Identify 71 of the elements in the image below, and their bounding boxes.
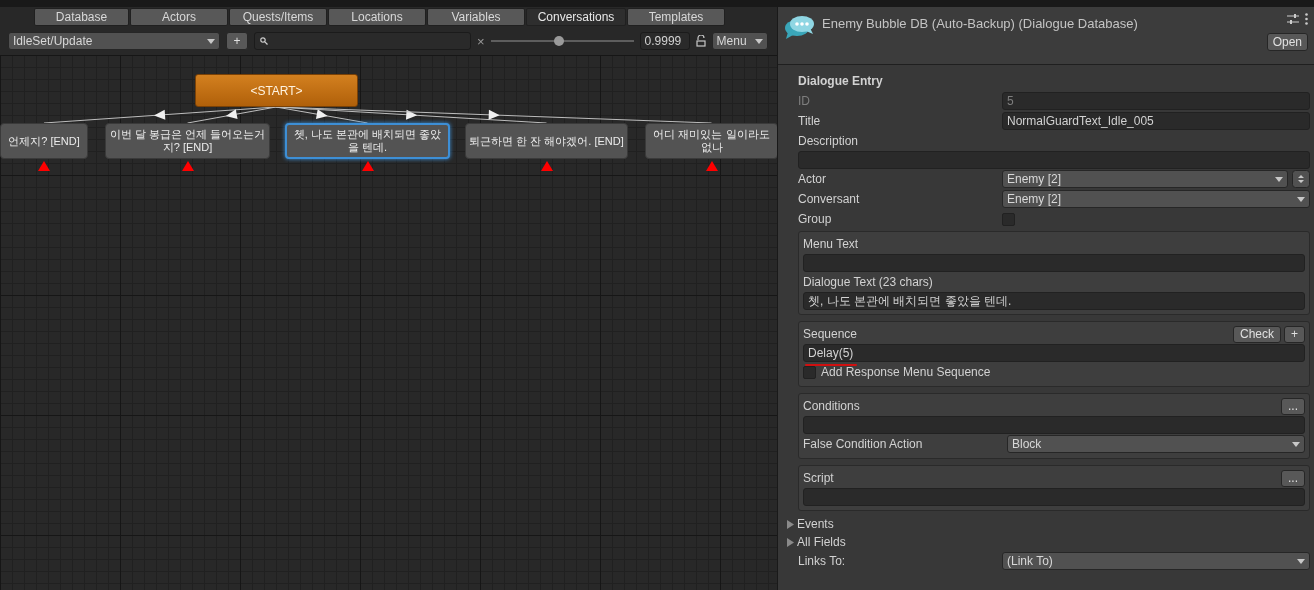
field-label: Description <box>798 134 859 148</box>
lock-icon[interactable] <box>695 35 706 47</box>
field-label: Conditions <box>803 399 860 413</box>
caret-icon <box>1275 176 1283 182</box>
conversation-dropdown[interactable]: IdleSet/Update <box>8 32 220 50</box>
speech-bubbles-icon <box>784 13 816 41</box>
section-title: Dialogue Entry <box>798 73 884 90</box>
dialogue-node[interactable]: 쳇, 나도 본관에 배치되면 좋았을 텐데. <box>285 123 450 159</box>
dialogue-node[interactable]: 퇴근하면 한 잔 해야겠어. [END] <box>465 123 628 159</box>
zoom-field[interactable]: 0.9999 <box>639 32 690 50</box>
field-label: Group <box>798 212 833 226</box>
field-label: Title <box>798 114 822 128</box>
zoom-slider[interactable] <box>490 34 634 48</box>
menu-dropdown[interactable]: Menu <box>711 32 768 50</box>
editor-tab[interactable]: Database <box>34 8 129 26</box>
text-field[interactable] <box>803 488 1305 506</box>
field-label: False Condition Action <box>803 437 924 451</box>
clear-button[interactable]: × <box>477 33 485 49</box>
editor-tab[interactable]: Conversations <box>526 8 626 26</box>
checkbox-label: Add Response Menu Sequence <box>821 365 991 379</box>
slider-thumb[interactable] <box>554 36 565 46</box>
editor-tab[interactable]: Quests/Items <box>229 8 327 26</box>
caret-icon <box>754 38 763 44</box>
foldout[interactable]: All Fields <box>786 533 1310 551</box>
field-label: Links To: <box>798 554 847 568</box>
field-label: Dialogue Text (23 chars) <box>803 275 933 289</box>
dropdown[interactable]: (Link To) <box>1002 552 1310 570</box>
dropdown[interactable]: Block <box>1007 435 1305 453</box>
triangle-marker-icon <box>181 161 194 171</box>
foldout[interactable]: Events <box>786 515 1310 533</box>
triangle-marker-icon <box>705 161 718 171</box>
dropdown[interactable]: Enemy [2] <box>1002 170 1288 188</box>
search-field[interactable] <box>254 32 471 50</box>
text-field[interactable]: Delay(5) <box>803 344 1305 362</box>
small-button[interactable]: ... <box>1281 397 1305 415</box>
triangle-marker-icon <box>361 161 374 171</box>
text-field[interactable]: 쳇, 나도 본관에 배치되면 좋았을 텐데. <box>803 292 1305 310</box>
stepper-icon[interactable] <box>1292 170 1310 188</box>
text-field[interactable] <box>803 254 1305 272</box>
triangle-marker-icon <box>38 161 50 171</box>
more-icon[interactable] <box>1305 13 1308 25</box>
caret-icon <box>1292 441 1300 447</box>
field-label: Menu Text <box>803 237 859 251</box>
editor-tab[interactable]: Templates <box>627 8 725 26</box>
text-field[interactable]: NormalGuardText_Idle_005 <box>1002 112 1310 130</box>
start-node[interactable]: <START> <box>195 74 358 107</box>
settings-icon[interactable] <box>1287 13 1299 25</box>
caret-icon <box>1297 196 1305 202</box>
caret-icon <box>1297 558 1305 564</box>
text-field[interactable] <box>803 416 1305 434</box>
inspector-title: Enemy Bubble DB (Auto-Backup) (Dialogue Database) <box>822 16 1139 31</box>
editor-tab[interactable]: Variables <box>427 8 525 26</box>
dialogue-node[interactable]: 이번 달 봉급은 언제 들어오는거지? [END] <box>105 123 270 159</box>
field-label: ID <box>798 94 811 108</box>
dialogue-node[interactable]: 언제지? [END] <box>0 123 88 159</box>
dialogue-node[interactable]: 어디 재미있는 일이라도 없나 <box>645 123 777 159</box>
field-label: Actor <box>798 172 827 186</box>
small-button[interactable]: + <box>1284 325 1305 343</box>
dropdown[interactable]: Enemy [2] <box>1002 190 1310 208</box>
open-button[interactable]: Open <box>1266 33 1308 51</box>
add-button[interactable]: + <box>226 32 248 50</box>
triangle-marker-icon <box>540 161 553 171</box>
search-icon <box>260 37 268 45</box>
editor-tab[interactable]: Locations <box>328 8 426 26</box>
small-button[interactable]: Check <box>1232 325 1281 343</box>
editor-tab[interactable]: Actors <box>130 8 228 26</box>
small-button[interactable]: ... <box>1281 469 1305 487</box>
field-label: Sequence <box>803 327 858 341</box>
field-label: Script <box>803 471 834 485</box>
caret-icon <box>207 38 215 44</box>
field-label: Conversant <box>798 192 861 206</box>
